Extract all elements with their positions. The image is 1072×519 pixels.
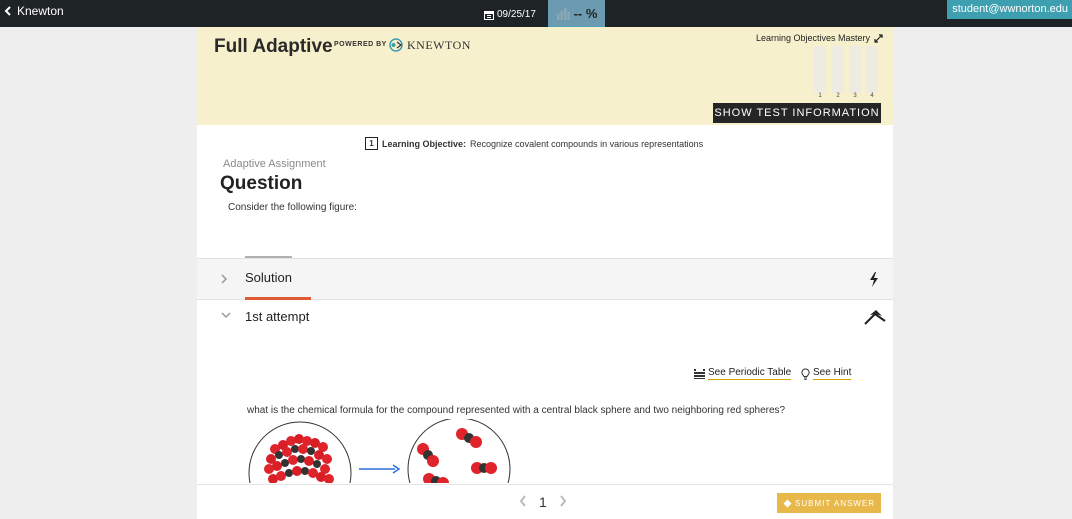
- chevron-left-icon: [4, 6, 11, 16]
- score-value: -- %: [573, 5, 598, 21]
- calendar-icon: [484, 10, 494, 20]
- assignment-type: Adaptive Assignment: [223, 158, 326, 170]
- knewton-logo-icon: [389, 38, 403, 52]
- mastery-bar-chart: 1 2 3 4: [814, 46, 880, 99]
- solution-section-toggle[interactable]: Solution: [197, 258, 893, 300]
- powered-by-label: POWERED BY: [334, 41, 387, 48]
- question-prompt: Consider the following figure:: [228, 202, 357, 213]
- assignment-header: Full Adaptive POWERED BY KNEWTON Learnin…: [197, 27, 893, 125]
- objective-text: Recognize covalent compounds in various …: [470, 138, 704, 149]
- mastery-bar-label: 3: [853, 93, 857, 99]
- mastery-bar-label: 1: [818, 93, 822, 99]
- attempt-tab-underline: [245, 297, 311, 300]
- question-footer: 1 SUBMIT ANSWER: [197, 484, 893, 519]
- assignment-title: Full Adaptive: [214, 36, 333, 57]
- bar-chart-icon: [556, 8, 570, 20]
- arrow-right-icon: [359, 464, 401, 474]
- solution-label: Solution: [245, 270, 292, 285]
- attempt-label[interactable]: 1st attempt: [245, 309, 309, 324]
- mastery-title: Learning Objectives Mastery: [755, 33, 870, 43]
- back-to-knewton-button[interactable]: Knewton: [4, 4, 64, 18]
- knewton-logo: KNEWTON: [388, 37, 471, 53]
- mastery-bar: [832, 46, 844, 93]
- chevron-left-icon: [519, 495, 526, 507]
- show-test-information-button[interactable]: SHOW TEST INFORMATION: [713, 103, 881, 123]
- mastery-bar: [814, 46, 826, 93]
- question-heading: Question: [220, 173, 303, 194]
- expand-icon[interactable]: [874, 33, 883, 43]
- mastery-bar: [866, 46, 878, 93]
- chevron-right-icon: [560, 495, 567, 507]
- objective-number: 1: [365, 137, 378, 150]
- collapse-icon[interactable]: [864, 309, 886, 325]
- previous-question-button[interactable]: [519, 494, 527, 510]
- due-date: 09/25/17: [484, 9, 536, 20]
- learning-objective: 1 Learning Objective: Recognize covalent…: [365, 137, 703, 150]
- mastery-bar-label: 2: [836, 93, 840, 99]
- question-pager: 1: [519, 494, 567, 510]
- current-page-number: 1: [539, 494, 547, 510]
- submit-answer-label: SUBMIT ANSWER: [795, 498, 875, 508]
- objective-label: Learning Objective:: [382, 138, 467, 149]
- molecule-figure: [248, 419, 511, 483]
- star-icon: [783, 499, 792, 507]
- assignment-panel: Full Adaptive POWERED BY KNEWTON Learnin…: [197, 27, 893, 519]
- user-account-badge[interactable]: student@wwnorton.edu: [947, 0, 1072, 19]
- due-date-text: 09/25/17: [497, 9, 536, 20]
- see-hint-link[interactable]: See Hint: [801, 367, 852, 380]
- periodic-table-icon: [694, 368, 705, 379]
- learning-objectives-mastery[interactable]: Learning Objectives Mastery: [756, 33, 883, 43]
- knewton-brand-text: KNEWTON: [407, 37, 471, 52]
- mastery-bar: [849, 46, 861, 93]
- chevron-right-icon: [221, 274, 228, 284]
- see-periodic-table-label: See Periodic Table: [708, 367, 792, 380]
- bolt-icon[interactable]: [869, 272, 879, 287]
- submit-answer-button[interactable]: SUBMIT ANSWER: [777, 493, 881, 513]
- score-indicator[interactable]: -- %: [548, 0, 605, 28]
- see-hint-label: See Hint: [813, 367, 852, 380]
- next-question-button[interactable]: [559, 494, 567, 510]
- see-periodic-table-link[interactable]: See Periodic Table: [694, 367, 792, 380]
- back-label: Knewton: [17, 4, 64, 18]
- chevron-down-icon[interactable]: [221, 312, 231, 319]
- mastery-bar-label: 4: [870, 93, 874, 99]
- question-text: what is the chemical formula for the com…: [247, 405, 786, 416]
- top-navigation-bar: Knewton 09/25/17 -- % student@wwnorton.e…: [0, 0, 1072, 28]
- lightbulb-icon: [801, 367, 810, 380]
